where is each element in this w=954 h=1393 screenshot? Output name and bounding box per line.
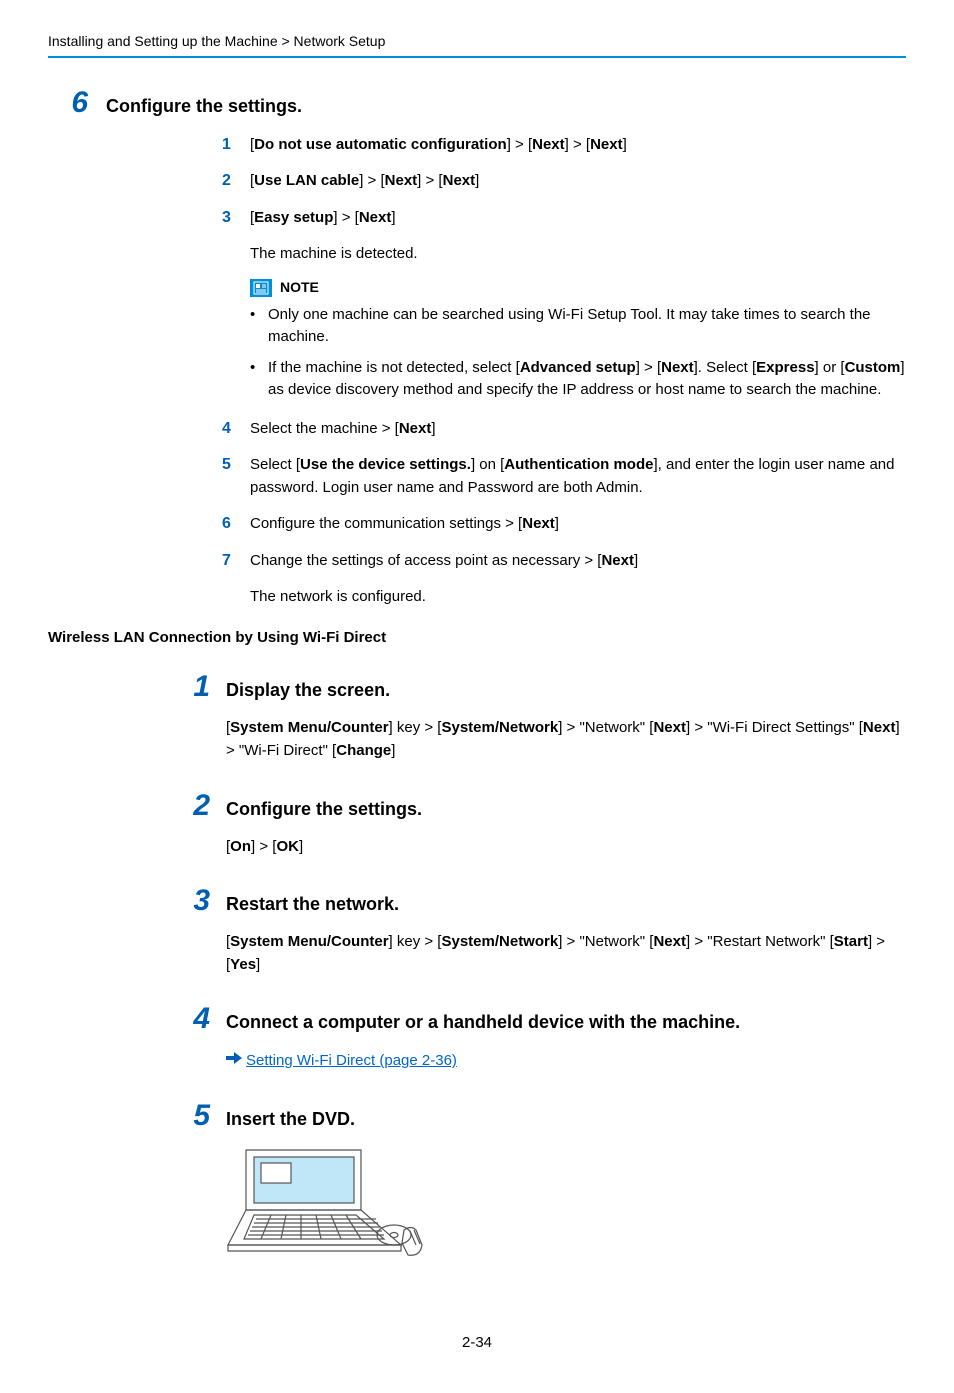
note-bullet-text: Only one machine can be searched using W… (268, 304, 906, 349)
step-title: Configure the settings. (226, 797, 422, 822)
substep-detail: The network is configured. (250, 586, 906, 607)
substep-number: 2 (222, 170, 250, 192)
note-box: NOTE • Only one machine can be searched … (250, 278, 906, 402)
main-step-6: 6 Configure the settings. (48, 82, 906, 124)
page-number: 2-34 (48, 1332, 906, 1353)
laptop-dvd-illustration (226, 1145, 906, 1272)
step-body: [System Menu/Counter] key > [System/Netw… (226, 716, 906, 763)
main-step-number: 6 (48, 82, 106, 124)
step-title: Insert the DVD. (226, 1107, 355, 1132)
step-body: [System Menu/Counter] key > [System/Netw… (226, 930, 906, 977)
substep-1: 1 [Do not use automatic configuration] >… (222, 134, 906, 157)
page-content: Installing and Setting up the Machine > … (0, 0, 954, 1393)
step-header: 4 Connect a computer or a handheld devic… (182, 998, 906, 1040)
step-5: 5 Insert the DVD. (182, 1095, 906, 1272)
substep-number: 6 (222, 513, 250, 535)
step-header: 3 Restart the network. (182, 880, 906, 922)
substep-number: 3 (222, 207, 250, 229)
step-title: Display the screen. (226, 678, 390, 703)
xref-link[interactable]: Setting Wi-Fi Direct (page 2-36) (246, 1049, 457, 1072)
substep-text: Select the machine > [Next] (250, 418, 906, 441)
note-label: NOTE (280, 278, 319, 298)
header-divider (48, 56, 906, 58)
bullet-marker: • (250, 304, 268, 349)
substep-5: 5 Select [Use the device settings.] on [… (222, 454, 906, 499)
substep-number: 1 (222, 134, 250, 156)
step-number: 3 (182, 880, 226, 922)
step-3: 3 Restart the network. [System Menu/Coun… (182, 880, 906, 977)
step-title: Connect a computer or a handheld device … (226, 1010, 740, 1035)
step-header: 5 Insert the DVD. (182, 1095, 906, 1137)
substep-number: 4 (222, 418, 250, 440)
step-title: Restart the network. (226, 892, 399, 917)
substep-4: 4 Select the machine > [Next] (222, 418, 906, 441)
step-number: 4 (182, 998, 226, 1040)
step-1: 1 Display the screen. [System Menu/Count… (182, 666, 906, 763)
substep-number: 7 (222, 550, 250, 572)
substep-7: 7 Change the settings of access point as… (222, 550, 906, 573)
bullet-marker: • (250, 357, 268, 402)
substep-text: Configure the communication settings > [… (250, 513, 906, 536)
substep-2: 2 [Use LAN cable] > [Next] > [Next] (222, 170, 906, 193)
xref-row: Setting Wi-Fi Direct (page 2-36) (226, 1048, 906, 1073)
arrow-icon (226, 1048, 246, 1073)
step-header: 2 Configure the settings. (182, 785, 906, 827)
substep-3: 3 [Easy setup] > [Next] (222, 207, 906, 230)
note-header: NOTE (250, 278, 906, 298)
note-bullet: • Only one machine can be searched using… (250, 304, 906, 349)
substep-6: 6 Configure the communication settings >… (222, 513, 906, 536)
step-body: [On] > [OK] (226, 835, 906, 858)
substep-text: Change the settings of access point as n… (250, 550, 906, 573)
section-heading: Wireless LAN Connection by Using Wi-Fi D… (48, 627, 906, 648)
step-2: 2 Configure the settings. [On] > [OK] (182, 785, 906, 858)
step-number: 1 (182, 666, 226, 708)
note-bullet: • If the machine is not detected, select… (250, 357, 906, 402)
substep-text: [Do not use automatic configuration] > [… (250, 134, 906, 157)
note-icon (250, 279, 272, 297)
step-body: Setting Wi-Fi Direct (page 2-36) (226, 1048, 906, 1073)
substep-detail: The machine is detected. (250, 243, 906, 264)
step-number: 2 (182, 785, 226, 827)
step-number: 5 (182, 1095, 226, 1137)
step-header: 1 Display the screen. (182, 666, 906, 708)
substep-text: [Easy setup] > [Next] (250, 207, 906, 230)
substep-text: Select [Use the device settings.] on [Au… (250, 454, 906, 499)
note-body: • Only one machine can be searched using… (250, 304, 906, 402)
main-step-title: Configure the settings. (106, 94, 302, 119)
substep-text: [Use LAN cable] > [Next] > [Next] (250, 170, 906, 193)
breadcrumb: Installing and Setting up the Machine > … (48, 32, 906, 52)
substep-list: 1 [Do not use automatic configuration] >… (222, 134, 906, 608)
note-bullet-text: If the machine is not detected, select [… (268, 357, 906, 402)
step-4: 4 Connect a computer or a handheld devic… (182, 998, 906, 1073)
substep-number: 5 (222, 454, 250, 476)
